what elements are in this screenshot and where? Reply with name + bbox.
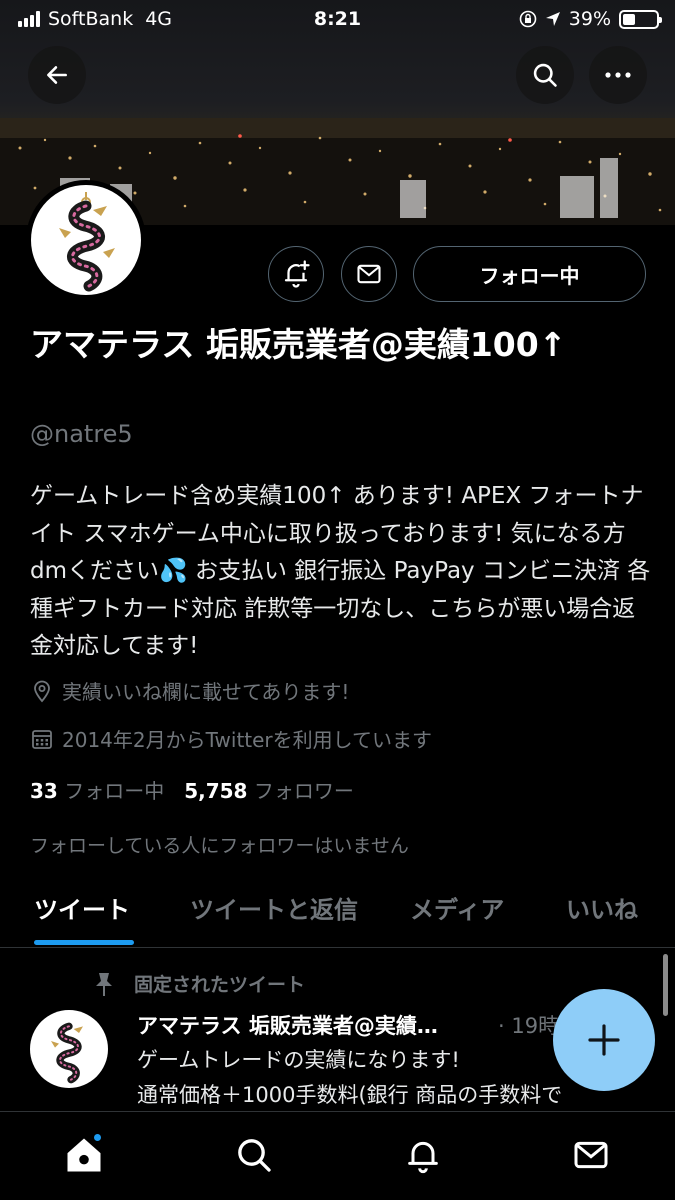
tab-tweets[interactable]: ツイート bbox=[34, 890, 130, 925]
arrow-left-icon bbox=[47, 66, 67, 84]
mail-icon bbox=[357, 264, 381, 284]
location-row: 実績いいね欄に載せてあります! bbox=[30, 676, 349, 705]
bell-plus-icon bbox=[284, 260, 310, 288]
followers-link[interactable]: 5,758 フォロワー bbox=[184, 775, 354, 804]
scrollbar[interactable] bbox=[663, 954, 668, 1016]
profile-avatar[interactable] bbox=[26, 180, 146, 300]
mail-icon bbox=[574, 1141, 608, 1169]
user-handle: @natre5 bbox=[30, 420, 133, 448]
followers-you-know-note: フォローしている人にフォロワーはいません bbox=[30, 835, 409, 857]
back-button[interactable] bbox=[28, 46, 86, 104]
follow-counts: 33 フォロー中 5,758 フォロワー bbox=[30, 775, 354, 804]
more-button[interactable] bbox=[589, 46, 647, 104]
message-button[interactable] bbox=[341, 246, 397, 302]
battery-percent: 39% bbox=[568, 8, 611, 30]
tweet-text-line-1: ゲームトレードの実績になります! bbox=[137, 1048, 460, 1072]
compose-tweet-button[interactable] bbox=[553, 989, 655, 1091]
pinned-label-row: 固定されたツイート bbox=[92, 970, 305, 997]
search-icon bbox=[533, 63, 557, 87]
pinned-label: 固定されたツイート bbox=[134, 974, 306, 996]
following-label: フォロー中 bbox=[64, 779, 165, 803]
status-bar: SoftBank 4G 8:21 39% bbox=[0, 0, 675, 40]
nav-search[interactable] bbox=[229, 1130, 279, 1180]
location-arrow-icon bbox=[545, 12, 560, 26]
following-count: 33 bbox=[30, 779, 58, 803]
notify-button[interactable] bbox=[268, 246, 324, 302]
joined-row: 2014年2月からTwitterを利用しています bbox=[30, 724, 432, 753]
search-button[interactable] bbox=[516, 46, 574, 104]
profile-bio: ゲームトレード含め実績100↑ あります! APEX フォートナイト スマホゲー… bbox=[30, 483, 651, 659]
following-button[interactable]: フォロー中 bbox=[413, 246, 646, 302]
orientation-lock-icon bbox=[519, 10, 537, 28]
search-icon bbox=[238, 1139, 271, 1172]
nav-notifications[interactable] bbox=[398, 1130, 448, 1180]
followers-count: 5,758 bbox=[184, 779, 248, 803]
tweet-avatar[interactable] bbox=[30, 1010, 108, 1088]
dragon-pendant-image bbox=[51, 1022, 83, 1084]
more-dots-icon bbox=[605, 72, 631, 78]
following-link[interactable]: 33 フォロー中 bbox=[30, 775, 164, 804]
pin-icon bbox=[96, 972, 112, 996]
plus-icon bbox=[588, 1024, 620, 1056]
bell-icon bbox=[408, 1141, 438, 1174]
nav-messages[interactable] bbox=[566, 1130, 616, 1180]
active-tab-indicator bbox=[34, 940, 134, 945]
joined-text: 2014年2月からTwitterを利用しています bbox=[62, 728, 433, 752]
tab-likes[interactable]: いいね bbox=[566, 890, 638, 925]
profile-tabs: ツイート ツイートと返信 メディア いいね bbox=[0, 870, 675, 948]
tweet-timestamp: · 19時 bbox=[498, 1014, 560, 1038]
calendar-icon bbox=[32, 729, 52, 749]
display-name: アマテラス 垢販売業者@実績100↑ bbox=[30, 325, 567, 364]
tweet-author-name[interactable]: アマテラス 垢販売業者@実績… bbox=[137, 1010, 438, 1040]
bottom-navigation bbox=[0, 1111, 675, 1200]
tab-tweets-and-replies[interactable]: ツイートと返信 bbox=[190, 890, 358, 925]
dragon-pendant-image bbox=[59, 192, 115, 292]
followers-label: フォロワー bbox=[253, 779, 354, 803]
status-right: 39% bbox=[519, 8, 662, 30]
home-notification-dot bbox=[92, 1132, 103, 1143]
battery-icon bbox=[619, 9, 662, 29]
avatar-image bbox=[31, 185, 141, 295]
location-text: 実績いいね欄に載せてあります! bbox=[62, 680, 350, 704]
location-pin-icon bbox=[34, 680, 50, 702]
nav-home[interactable] bbox=[59, 1130, 109, 1180]
tab-media[interactable]: メディア bbox=[410, 890, 504, 925]
